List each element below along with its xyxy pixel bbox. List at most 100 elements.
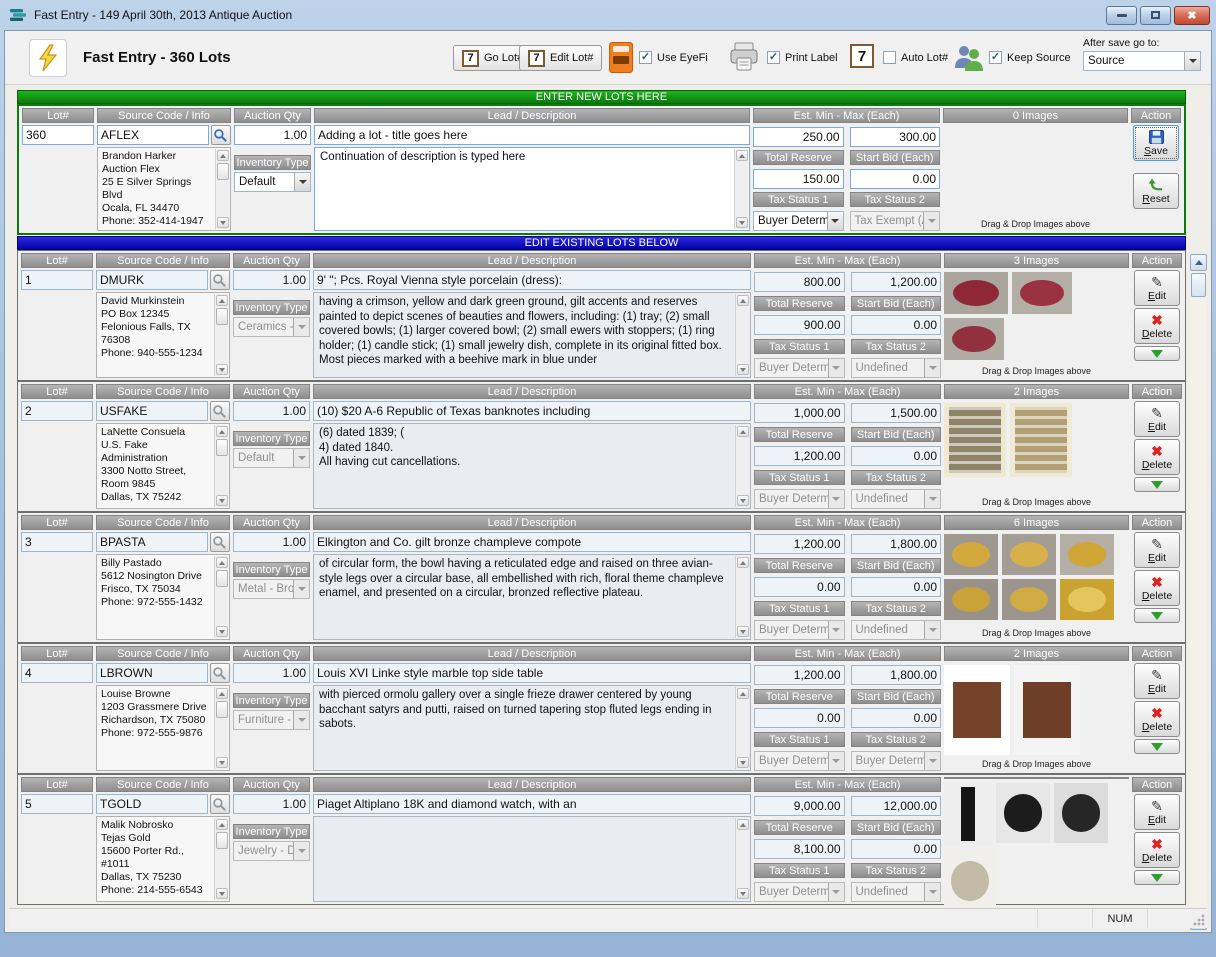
est-min-field[interactable] [754,272,845,292]
tax2-dropdown-button[interactable] [924,490,940,508]
scrollbar-thumb[interactable] [216,439,228,456]
source-code-field[interactable] [96,794,208,814]
source-info-scrollbar[interactable] [214,425,228,507]
total-reserve-field[interactable] [753,169,844,189]
close-button[interactable]: ✖ [1174,6,1210,25]
est-min-field[interactable] [754,403,845,423]
total-reserve-field[interactable] [754,315,845,335]
lot-number-field[interactable] [21,532,93,552]
scroll-up-icon[interactable] [217,150,229,161]
move-down-button[interactable] [1134,346,1180,361]
source-info-scrollbar[interactable] [214,818,228,900]
lot-number-field[interactable] [21,663,93,683]
est-min-field[interactable] [754,665,845,685]
lot-image-compote-side[interactable] [944,534,998,575]
source-code-field[interactable] [96,532,208,552]
tax-status-1-select[interactable]: Buyer Determ [754,882,845,902]
total-reserve-field[interactable] [754,446,845,466]
tax-status-2-select[interactable]: Buyer Determ [851,751,942,771]
lot-number-field[interactable] [22,125,94,145]
edit-lot-button[interactable]: 7 Edit Lot# [519,45,602,71]
auto-lot-toggle[interactable]: Auto Lot# [883,51,948,64]
lot-number-field[interactable] [21,401,93,421]
description-scrollbar[interactable] [735,294,749,376]
images-drop-area[interactable] [943,125,1128,217]
scrollbar-thumb[interactable] [216,308,228,325]
auction-qty-field[interactable] [233,532,310,552]
scroll-up-icon[interactable] [737,819,749,830]
est-min-field[interactable] [753,127,844,147]
start-bid-field[interactable] [851,839,942,859]
source-info-box[interactable]: Malik Nobrosko Tejas Gold 15600 Porter R… [96,816,230,902]
tax1-dropdown-button[interactable] [828,621,844,639]
est-max-field[interactable] [851,534,942,554]
est-max-field[interactable] [851,796,942,816]
lead-field[interactable] [313,663,751,683]
scroll-up-icon[interactable] [737,688,749,699]
source-info-scrollbar[interactable] [214,294,228,376]
description-box[interactable]: having a crimson, yellow and dark green … [313,292,751,378]
tax-status-2-select[interactable]: Tax Exempt (A [850,211,941,231]
est-min-field[interactable] [754,796,845,816]
start-bid-field[interactable] [851,708,942,728]
scrollbar-thumb[interactable] [216,832,228,849]
scrollbar-thumb[interactable] [216,701,228,718]
tax1-dropdown-button[interactable] [828,359,844,377]
lot-image-side-table-front[interactable] [944,665,1010,755]
total-reserve-field[interactable] [754,708,845,728]
edit-button[interactable]: ✎ Edit [1134,663,1180,699]
auction-qty-field[interactable] [234,125,311,145]
scroll-down-icon[interactable] [737,495,749,506]
est-max-field[interactable] [851,403,942,423]
source-info-box[interactable]: Louise Browne 1203 Grassmere Drive Richa… [96,685,230,771]
scroll-up-icon[interactable] [216,426,228,437]
reset-button[interactable]: Reset [1133,173,1179,209]
scroll-up-icon[interactable] [216,688,228,699]
minimize-button[interactable] [1106,6,1137,25]
description-box[interactable] [313,816,751,902]
tax1-dropdown-button[interactable] [827,212,843,230]
lot-image-watch-face-white[interactable] [944,849,996,913]
source-info-scrollbar[interactable] [215,149,229,229]
source-search-button[interactable] [211,125,231,145]
edit-button[interactable]: ✎ Edit [1134,532,1180,568]
images-drop-area[interactable] [944,663,1129,757]
tax1-dropdown-button[interactable] [828,883,844,901]
auction-qty-field[interactable] [233,270,310,290]
auction-qty-field[interactable] [233,794,310,814]
tax2-dropdown-button[interactable] [923,212,939,230]
description-scrollbar[interactable] [734,149,748,229]
delete-button[interactable]: ✖ Delete [1134,701,1180,737]
source-info-box[interactable]: David Murkinstein PO Box 12345 Felonious… [96,292,230,378]
save-button[interactable]: Save [1133,125,1179,161]
tax-status-2-select[interactable]: Undefined [851,489,942,509]
source-info-scrollbar[interactable] [214,556,228,638]
tax-status-2-select[interactable]: Undefined [851,882,942,902]
lot-image-side-table-angle[interactable] [1014,665,1080,755]
scroll-up-button[interactable] [1190,254,1207,271]
edit-button[interactable]: ✎ Edit [1134,401,1180,437]
scroll-down-icon[interactable] [737,888,749,899]
inventory-type-dropdown-button[interactable] [293,711,309,729]
lead-field[interactable] [313,794,751,814]
lead-field[interactable] [314,125,750,145]
scroll-down-icon[interactable] [737,757,749,768]
images-drop-area[interactable] [944,781,1129,913]
after-save-dropdown-button[interactable] [1184,52,1200,70]
lot-image-porcelain-tray[interactable] [944,272,1008,314]
images-drop-area[interactable] [944,401,1129,495]
source-code-field[interactable] [96,663,208,683]
keep-source-toggle[interactable]: Keep Source [989,51,1071,64]
scroll-down-icon[interactable] [216,626,228,637]
print-label-checkbox[interactable] [767,51,780,64]
lot-image-watch-face-black-1[interactable] [996,783,1050,843]
scrollbar-thumb[interactable] [217,163,229,180]
lot-image-bowl-interior[interactable] [1002,579,1056,620]
tax-status-2-select[interactable]: Undefined [851,620,942,640]
start-bid-field[interactable] [851,446,942,466]
total-reserve-field[interactable] [754,577,845,597]
inventory-type-dropdown-button[interactable] [293,449,309,467]
est-max-field[interactable] [851,272,942,292]
source-search-button[interactable] [210,532,230,552]
auction-qty-field[interactable] [233,401,310,421]
